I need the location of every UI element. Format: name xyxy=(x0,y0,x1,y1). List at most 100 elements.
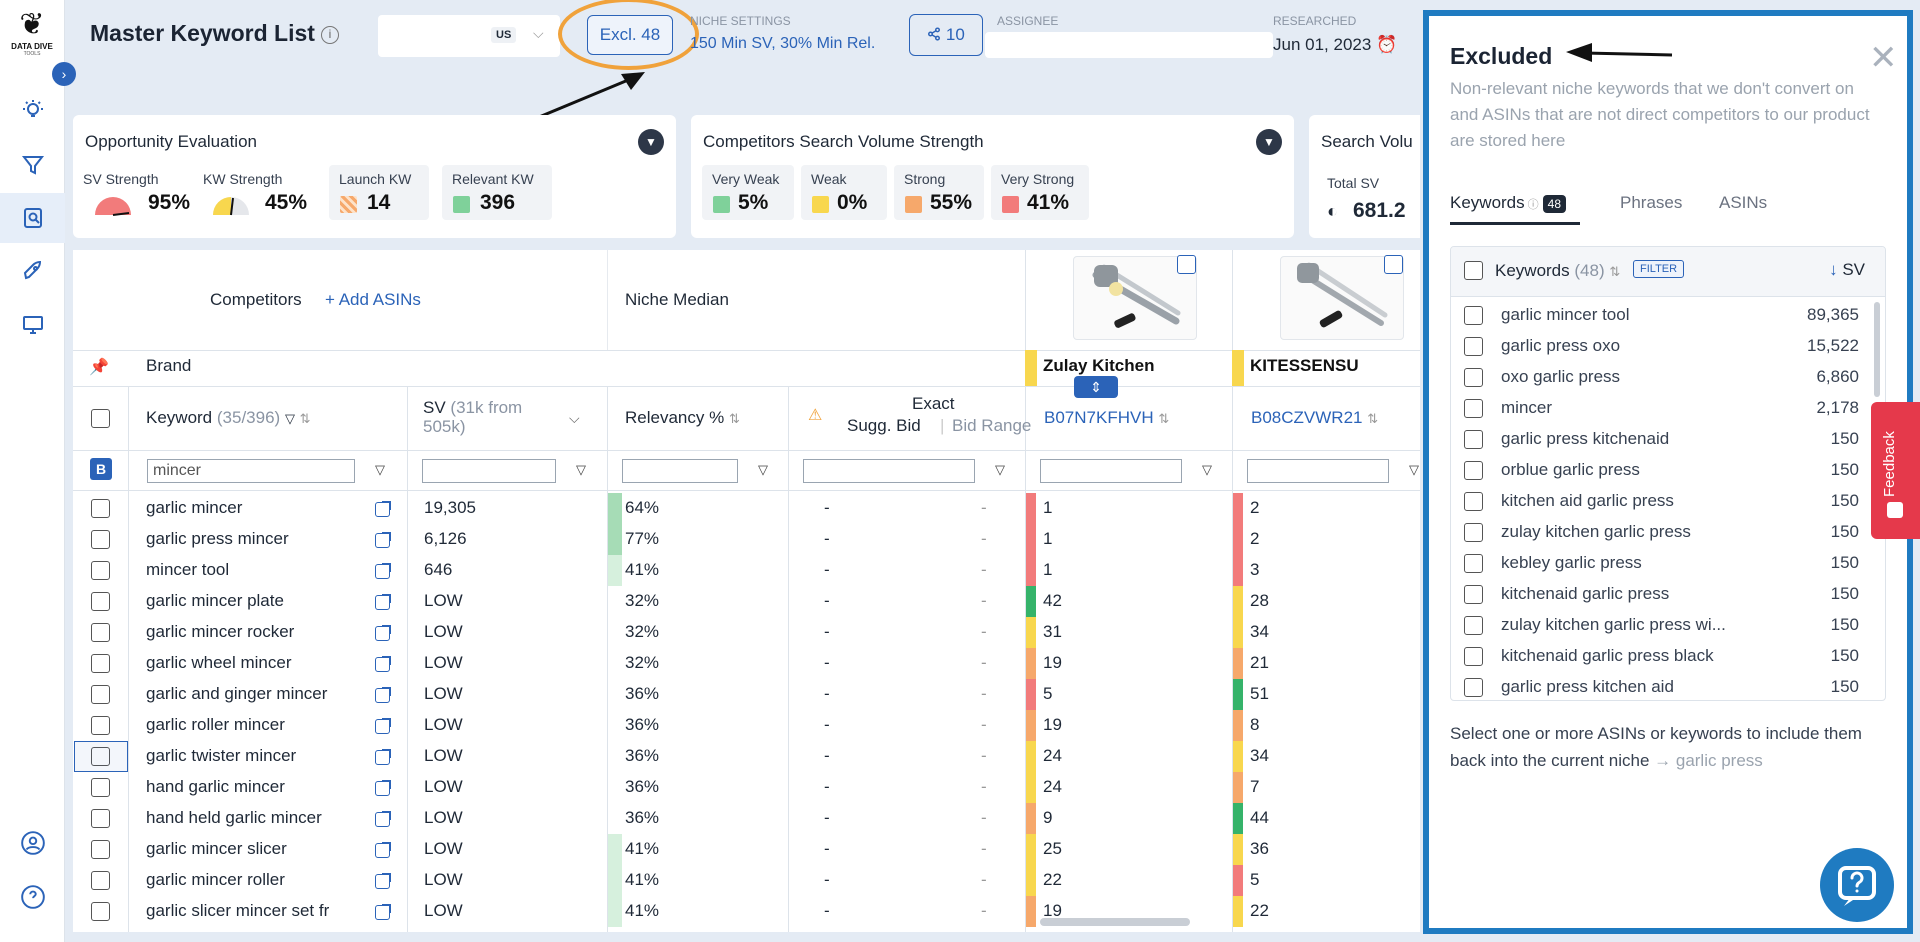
external-link-icon[interactable] xyxy=(375,842,391,858)
collapse-button[interactable]: ▼ xyxy=(638,129,664,155)
nav-filter[interactable] xyxy=(0,140,65,190)
table-row[interactable]: garlic mincer slicer LOW 41% - - 25 36 xyxy=(73,834,1420,865)
nav-monitor[interactable] xyxy=(0,300,65,350)
table-row[interactable]: garlic wheel mincer LOW 32% - - 19 21 xyxy=(73,648,1420,679)
table-row[interactable]: mincer tool 646 41% - - 1 3 xyxy=(73,555,1420,586)
row-checkbox[interactable] xyxy=(91,840,110,859)
brand-filter-badge[interactable]: B xyxy=(90,458,112,480)
select-all-checkbox[interactable] xyxy=(91,409,110,428)
asin2-filter-input[interactable] xyxy=(1247,459,1389,483)
funnel-icon[interactable]: ▽ xyxy=(375,462,385,478)
excluded-keyword-row[interactable]: kitchen aid garlic press 150 xyxy=(1451,486,1885,517)
table-row[interactable]: hand garlic mincer LOW 36% - - 24 7 xyxy=(73,772,1420,803)
sort-icon[interactable]: ⇅ xyxy=(1367,411,1378,426)
table-row[interactable]: garlic mincer rocker LOW 32% - - 31 34 xyxy=(73,617,1420,648)
nav-ideas[interactable] xyxy=(0,85,65,135)
sv-column-header[interactable]: SV (31k from 505k) xyxy=(423,398,553,436)
table-row[interactable]: garlic slicer mincer set fr LOW 41% - - … xyxy=(73,896,1420,927)
nav-launch[interactable] xyxy=(0,246,65,296)
funnel-icon[interactable]: ▽ xyxy=(995,462,1005,478)
excluded-keyword-row[interactable]: garlic mincer tool 89,365 xyxy=(1451,300,1885,331)
excluded-keyword-row[interactable]: oxo garlic press 6,860 xyxy=(1451,362,1885,393)
table-row[interactable]: garlic press mincer 6,126 77% - - 1 2 xyxy=(73,524,1420,555)
row-checkbox[interactable] xyxy=(91,530,110,549)
asin2-column-header[interactable]: B08CZVWR21 ⇅ xyxy=(1251,408,1378,428)
table-row[interactable]: garlic mincer plate LOW 32% - - 42 28 xyxy=(73,586,1420,617)
excluded-button[interactable]: Excl. 48 xyxy=(587,15,673,55)
nav-account[interactable] xyxy=(0,818,65,868)
excluded-row-checkbox[interactable] xyxy=(1464,647,1483,666)
excluded-row-checkbox[interactable] xyxy=(1464,399,1483,418)
row-checkbox[interactable] xyxy=(91,623,110,642)
excluded-keyword-row[interactable]: kebley garlic press 150 xyxy=(1451,548,1885,579)
chat-support-button[interactable] xyxy=(1820,848,1894,922)
data-dive-logo[interactable]: ❦ DATA DIVE TOOLS xyxy=(4,8,60,64)
row-checkbox[interactable] xyxy=(91,592,110,611)
row-checkbox[interactable] xyxy=(91,654,110,673)
excluded-row-checkbox[interactable] xyxy=(1464,337,1483,356)
table-row[interactable]: garlic twister mincer LOW 36% - - 24 34 xyxy=(73,741,1420,772)
sort-icon[interactable]: ⇅ xyxy=(1609,264,1620,279)
share-button[interactable]: 10 xyxy=(909,14,983,56)
tab-phrases[interactable]: Phrases xyxy=(1620,193,1682,213)
external-link-icon[interactable] xyxy=(375,749,391,765)
funnel-icon[interactable]: ▽ xyxy=(1409,462,1419,478)
nav-master-keyword-list[interactable] xyxy=(0,193,65,243)
info-icon[interactable]: i xyxy=(320,25,339,44)
select-all-excluded-checkbox[interactable] xyxy=(1464,261,1483,280)
assignee-field[interactable] xyxy=(985,32,1273,58)
chevron-down-icon[interactable]: ⌵ xyxy=(569,410,580,427)
filter-tag[interactable]: FILTER xyxy=(1633,260,1685,278)
external-link-icon[interactable] xyxy=(375,718,391,734)
sort-icon[interactable]: ⇅ xyxy=(300,411,311,426)
excluded-keyword-row[interactable]: zulay kitchen garlic press 150 xyxy=(1451,517,1885,548)
row-checkbox[interactable] xyxy=(91,716,110,735)
excluded-row-checkbox[interactable] xyxy=(1464,523,1483,542)
external-link-icon[interactable] xyxy=(375,594,391,610)
excluded-row-checkbox[interactable] xyxy=(1464,306,1483,325)
excluded-row-checkbox[interactable] xyxy=(1464,554,1483,573)
horizontal-scrollbar[interactable] xyxy=(1040,918,1190,926)
external-link-icon[interactable] xyxy=(375,656,391,672)
excluded-keyword-row[interactable]: garlic press kitchenaid 150 xyxy=(1451,424,1885,455)
external-link-icon[interactable] xyxy=(375,780,391,796)
row-checkbox[interactable] xyxy=(91,499,110,518)
funnel-icon[interactable]: ▽ xyxy=(285,411,295,426)
nav-help[interactable] xyxy=(0,872,65,922)
row-checkbox[interactable] xyxy=(91,778,110,797)
table-row[interactable]: garlic and ginger mincer LOW 36% - - 5 5… xyxy=(73,679,1420,710)
external-link-icon[interactable] xyxy=(375,532,391,548)
row-checkbox[interactable] xyxy=(91,902,110,921)
table-row[interactable]: garlic mincer roller LOW 41% - - 22 5 xyxy=(73,865,1420,896)
excluded-keyword-row[interactable]: mincer 2,178 xyxy=(1451,393,1885,424)
sort-icon[interactable]: ⇅ xyxy=(729,411,740,426)
external-link-icon[interactable] xyxy=(375,563,391,579)
table-row[interactable]: hand held garlic mincer LOW 36% - - 9 44 xyxy=(73,803,1420,834)
tab-keywords[interactable]: Keywords ⓘ 48 xyxy=(1450,193,1566,213)
excluded-keyword-row[interactable]: garlic press oxo 15,522 xyxy=(1451,331,1885,362)
excluded-row-checkbox[interactable] xyxy=(1464,678,1483,697)
excluded-keyword-row[interactable]: orblue garlic press 150 xyxy=(1451,455,1885,486)
select-competitor-checkbox[interactable] xyxy=(1384,255,1403,274)
asin1-filter-input[interactable] xyxy=(1040,459,1182,483)
row-checkbox[interactable] xyxy=(91,871,110,890)
external-link-icon[interactable] xyxy=(375,904,391,920)
alarm-icon[interactable]: ⏰ xyxy=(1376,35,1397,54)
add-asins-link[interactable]: + Add ASINs xyxy=(325,290,421,310)
excluded-row-checkbox[interactable] xyxy=(1464,492,1483,511)
table-row[interactable]: garlic roller mincer LOW 36% - - 19 8 xyxy=(73,710,1420,741)
excluded-row-checkbox[interactable] xyxy=(1464,461,1483,480)
tab-asins[interactable]: ASINs xyxy=(1719,193,1767,213)
external-link-icon[interactable] xyxy=(375,501,391,517)
expand-sidebar-button[interactable]: › xyxy=(52,62,76,86)
funnel-icon[interactable]: ▽ xyxy=(576,462,586,478)
external-link-icon[interactable] xyxy=(375,687,391,703)
asin1-column-header[interactable]: B07N7KFHVH ⇅ xyxy=(1044,408,1169,428)
excluded-keyword-row[interactable]: zulay kitchen garlic press wi... 150 xyxy=(1451,610,1885,641)
excluded-row-checkbox[interactable] xyxy=(1464,430,1483,449)
keyword-column-header[interactable]: Keyword (35/396) ▽ ⇅ xyxy=(146,408,311,428)
excluded-keyword-row[interactable]: kitchenaid garlic press 150 xyxy=(1451,579,1885,610)
external-link-icon[interactable] xyxy=(375,625,391,641)
relevancy-filter-input[interactable] xyxy=(622,459,738,483)
relevancy-column-header[interactable]: Relevancy % ⇅ xyxy=(625,408,740,428)
